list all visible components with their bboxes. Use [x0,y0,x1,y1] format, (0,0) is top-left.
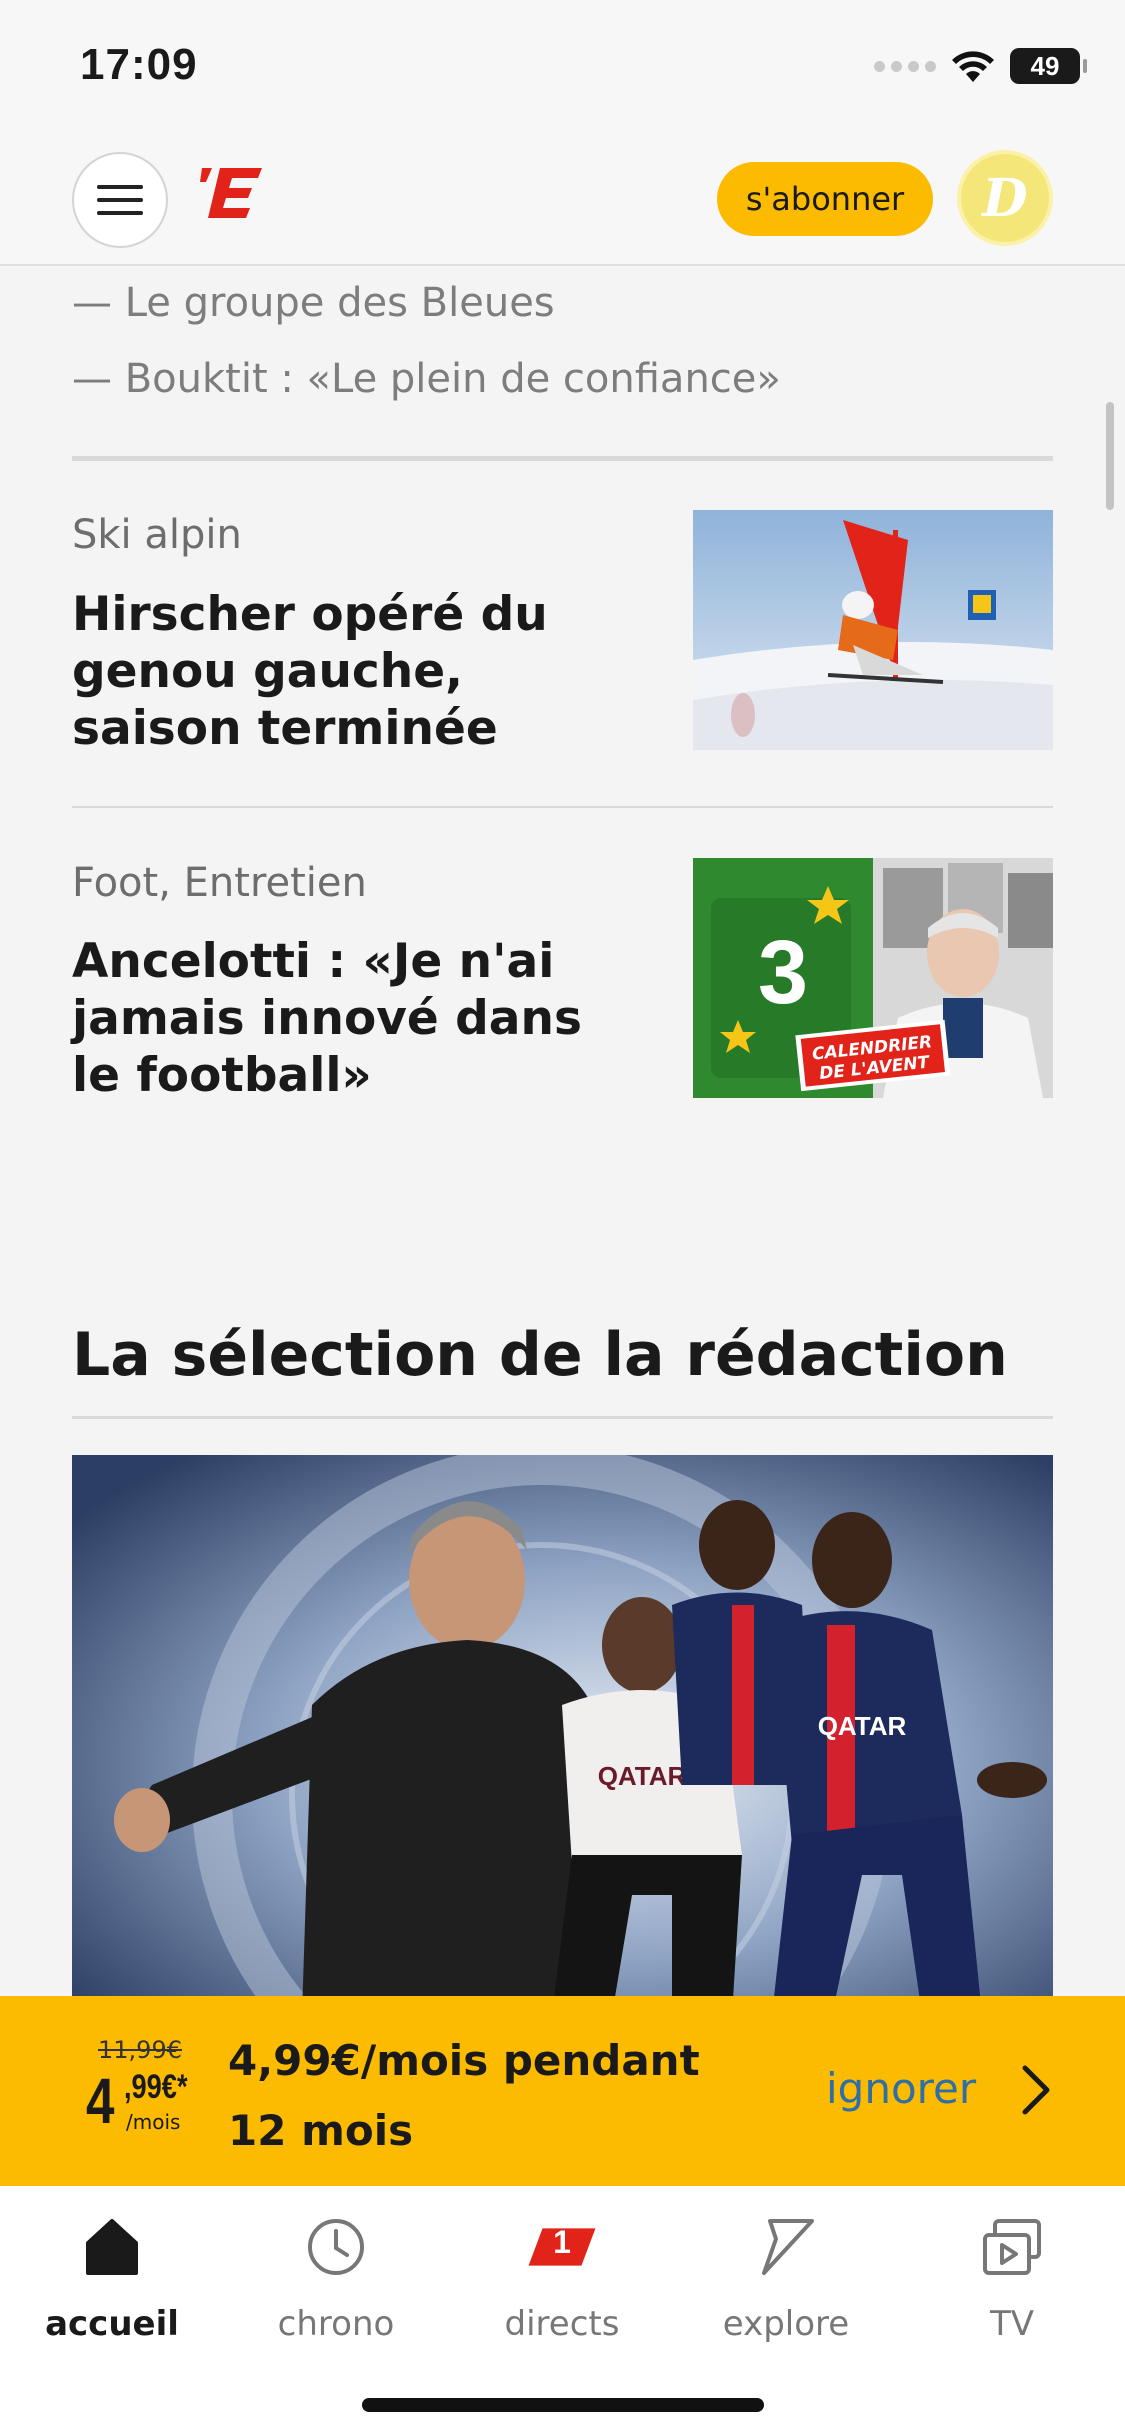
status-bar: 17:09 49 [0,0,1125,140]
tab-chrono[interactable]: chrono [236,2212,436,2362]
tab-label: TV [989,2304,1035,2344]
tab-label: explore [722,2304,850,2344]
promo-text: 4,99€/mois pendant 12 mois [228,2036,700,2155]
home-icon [77,2212,147,2282]
article-title[interactable]: Hirscher opéré du genou gauche, saison t… [72,586,632,757]
lequipe-logo[interactable] [198,158,278,238]
tab-label: accueil [45,2304,179,2344]
user-avatar[interactable]: D [957,150,1053,246]
tv-icon [977,2212,1047,2282]
wifi-icon [952,51,994,82]
article-kicker: Ski alpin [72,512,242,558]
tab-tv[interactable]: TV [912,2212,1112,2362]
live-badge-icon: 1 [527,2212,597,2282]
related-link[interactable]: — Le groupe des Bleues [72,280,555,326]
price-unit: /mois [126,2110,181,2134]
tab-label: chrono [277,2304,395,2344]
live-count-badge: 1 [553,2224,571,2260]
divider [72,456,1053,461]
advent-number: 3 [758,923,808,1023]
promo-banner[interactable]: 11,99€ 4 ,99€* /mois 4,99€/mois pendant … [0,1996,1125,2186]
article-thumbnail-ski[interactable] [693,510,1053,750]
home-indicator[interactable] [362,2398,764,2412]
price-cents: ,99€* [124,2068,188,2106]
tab-label: directs [504,2304,620,2344]
article-title[interactable]: Ancelotti : «Je n'ai jamais innové dans … [72,933,632,1104]
section-title: La sélection de la rédaction [72,1320,1008,1390]
divider [72,1416,1053,1419]
article-thumbnail-advent[interactable]: 3 CALENDRIER DE L'AVENT [693,858,1053,1098]
article-feed[interactable]: — Le groupe des Bleues — Bouktit : «Le p… [0,268,1125,1998]
cellular-signal-icon [874,60,936,72]
battery-icon: 49 [1010,48,1087,84]
chevron-right-icon[interactable] [1014,2060,1058,2120]
tab-accueil[interactable]: accueil [12,2212,212,2362]
clock-icon [301,2212,371,2282]
price-integer: 4 [86,2065,114,2137]
explore-icon [751,2212,821,2282]
subscribe-button[interactable]: s'abonner [717,162,933,236]
tab-explore[interactable]: explore [686,2212,886,2362]
related-link[interactable]: — Bouktit : «Le plein de confiance» [72,356,781,402]
hero-image-psg[interactable]: QATAR QATAR [72,1455,1053,1998]
menu-button[interactable] [72,152,168,248]
divider [72,806,1053,808]
hamburger-icon [97,185,143,189]
old-price: 11,99€ [98,2036,182,2064]
svg-text:QATAR: QATAR [818,1711,907,1741]
status-time: 17:09 [80,40,198,89]
ignore-button[interactable]: ignorer [826,2064,976,2113]
scroll-indicator[interactable] [1106,402,1114,510]
article-kicker: Foot, Entretien [72,860,367,906]
status-icons: 49 [874,48,1087,84]
svg-text:QATAR: QATAR [598,1761,687,1791]
app-header: s'abonner D [0,140,1125,266]
tab-directs[interactable]: 1 directs [462,2212,662,2362]
